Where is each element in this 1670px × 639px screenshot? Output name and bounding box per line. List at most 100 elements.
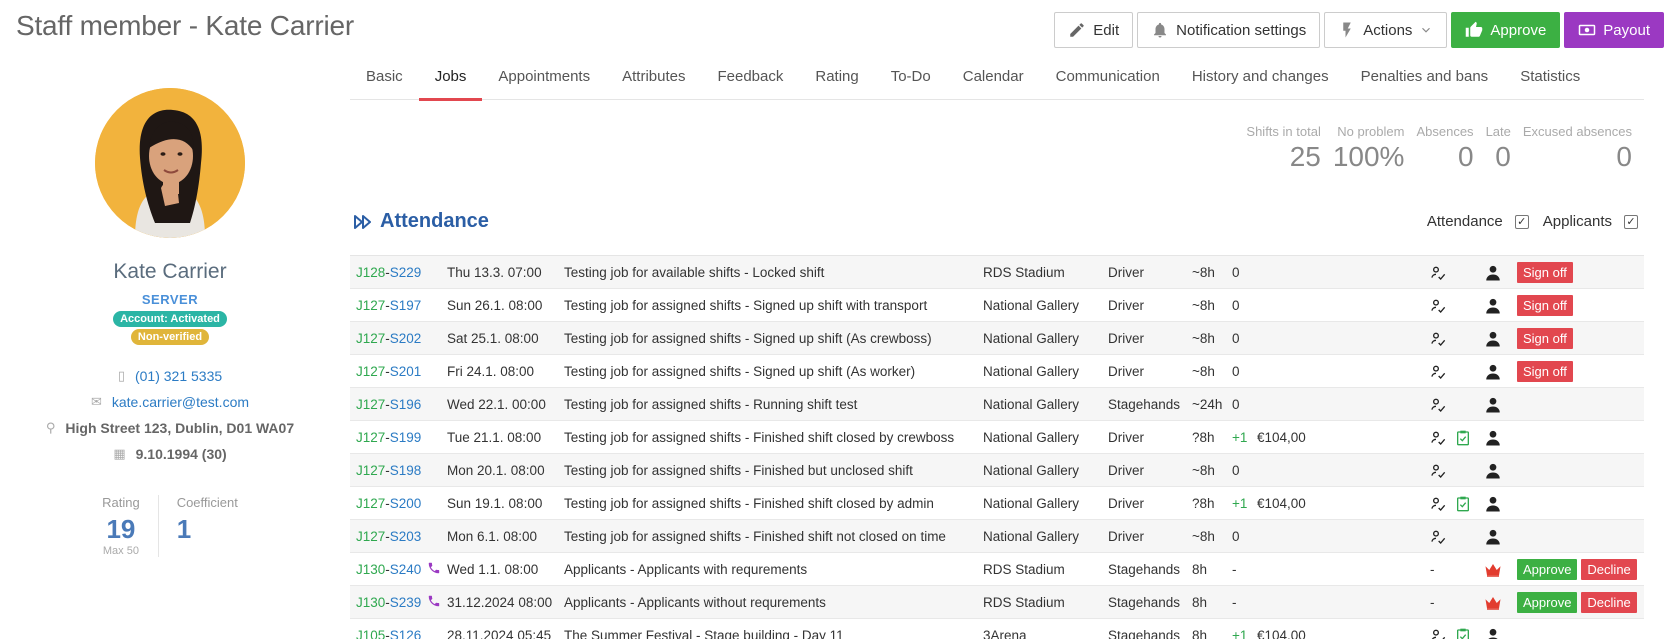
clipboard-check-icon[interactable]: [1456, 421, 1470, 454]
tab-calendar[interactable]: Calendar: [947, 64, 1040, 100]
clipboard-check-icon[interactable]: [1456, 487, 1470, 520]
shift-link[interactable]: S240: [390, 562, 422, 577]
tab-todo[interactable]: To-Do: [875, 64, 947, 100]
job-link[interactable]: J127: [356, 397, 385, 412]
attendance-check-icon[interactable]: [1430, 619, 1446, 639]
job-link[interactable]: J105: [356, 628, 385, 639]
job-link[interactable]: J127: [356, 430, 385, 445]
job-link[interactable]: J127: [356, 529, 385, 544]
rating-change: 0: [1232, 364, 1240, 379]
notification-settings-button[interactable]: Notification settings: [1137, 12, 1321, 48]
person-icon[interactable]: [1484, 355, 1502, 388]
approve-applicant-button[interactable]: Approve: [1517, 592, 1578, 613]
shift-link[interactable]: S200: [390, 496, 422, 511]
tab-penalties[interactable]: Penalties and bans: [1345, 64, 1505, 100]
sign-off-button[interactable]: Sign off: [1517, 262, 1573, 283]
person-icon[interactable]: [1484, 454, 1502, 487]
job-link[interactable]: J130: [356, 562, 385, 577]
applicant-actions: Approve Decline: [1517, 553, 1637, 586]
person-icon[interactable]: [1484, 421, 1502, 454]
approve-applicant-button[interactable]: Approve: [1517, 559, 1578, 580]
tab-rating[interactable]: Rating: [799, 64, 874, 100]
job-shift-id: J127- S199: [356, 421, 421, 454]
filter-applicants-checkbox[interactable]: ✓: [1624, 214, 1638, 229]
person-icon[interactable]: [1484, 322, 1502, 355]
attendance-check-icon[interactable]: [1430, 322, 1446, 355]
profile-stats: Rating 19 Max 50 Coefficient 1: [0, 495, 340, 557]
attendance-check-icon[interactable]: [1430, 421, 1446, 454]
shift-date: Sat 25.1. 08:00: [447, 331, 539, 346]
shift-link[interactable]: S229: [390, 265, 422, 280]
row-actions: Sign off: [1517, 256, 1573, 289]
tab-statistics[interactable]: Statistics: [1504, 64, 1596, 100]
decline-applicant-button[interactable]: Decline: [1581, 592, 1637, 613]
address: High Street 123, Dublin, D01 WA07: [65, 420, 295, 436]
tab-communication[interactable]: Communication: [1040, 64, 1176, 100]
lightning-icon: [1343, 22, 1351, 38]
shift-date: Wed 1.1. 08:00: [447, 562, 539, 577]
bell-icon: [1154, 22, 1167, 38]
tab-attributes[interactable]: Attributes: [606, 64, 701, 100]
tab-feedback[interactable]: Feedback: [701, 64, 799, 100]
sign-off-button[interactable]: Sign off: [1517, 295, 1573, 316]
rating-change: +1: [1232, 430, 1248, 445]
job-link[interactable]: J130: [356, 595, 385, 610]
phone-link[interactable]: (01) 321 5335: [135, 368, 222, 384]
attendance-check-icon[interactable]: [1430, 256, 1446, 289]
person-icon[interactable]: [1484, 619, 1502, 639]
decline-applicant-button[interactable]: Decline: [1581, 559, 1637, 580]
shift-date: Wed 22.1. 00:00: [447, 397, 546, 412]
job-link[interactable]: J127: [356, 331, 385, 346]
payout-button[interactable]: Payout: [1564, 12, 1664, 48]
filter-attendance-checkbox[interactable]: ✓: [1514, 214, 1529, 229]
person-icon[interactable]: [1484, 388, 1502, 421]
sign-off-button[interactable]: Sign off: [1517, 328, 1573, 349]
profile-name: Kate Carrier: [113, 260, 227, 283]
phone-icon: ▯: [117, 368, 125, 383]
job-link[interactable]: J127: [356, 463, 385, 478]
position: Driver: [1108, 430, 1144, 445]
attendance-check-icon[interactable]: [1430, 388, 1446, 421]
attendance-check-icon[interactable]: [1430, 289, 1446, 322]
phone-icon: [427, 594, 441, 611]
actions-label: Actions: [1363, 21, 1413, 39]
tab-jobs[interactable]: Jobs: [418, 64, 483, 101]
job-link[interactable]: J127: [356, 298, 385, 313]
sign-off-button[interactable]: Sign off: [1517, 361, 1573, 382]
attendance-check-icon[interactable]: [1430, 355, 1446, 388]
edit-button[interactable]: Edit: [1054, 12, 1134, 48]
person-icon[interactable]: [1484, 520, 1502, 553]
table-row: J127- S200 Sun 19.1. 08:00 Testing job for …: [350, 487, 1644, 520]
thumbs-up-icon: [1466, 21, 1483, 37]
tab-history[interactable]: History and changes: [1176, 64, 1345, 100]
attendance-check-icon[interactable]: [1430, 520, 1446, 553]
attendance-check-icon[interactable]: [1430, 487, 1446, 520]
shift-link[interactable]: S198: [390, 463, 422, 478]
shift-link[interactable]: S201: [390, 364, 422, 379]
person-icon[interactable]: [1484, 487, 1502, 520]
shift-link[interactable]: S196: [390, 397, 422, 412]
person-icon[interactable]: [1484, 256, 1502, 289]
attendance-check-icon[interactable]: [1430, 454, 1446, 487]
shift-link[interactable]: S239: [390, 595, 422, 610]
clipboard-check-icon[interactable]: [1456, 619, 1470, 639]
position: Driver: [1108, 463, 1144, 478]
tab-basic[interactable]: Basic: [350, 64, 419, 100]
job-link[interactable]: J127: [356, 496, 385, 511]
person-icon[interactable]: [1484, 289, 1502, 322]
tab-appointments[interactable]: Appointments: [482, 64, 606, 100]
shift-link[interactable]: S202: [390, 331, 422, 346]
actions-dropdown[interactable]: Actions: [1324, 12, 1448, 48]
shift-link[interactable]: S199: [390, 430, 422, 445]
shift-link[interactable]: S197: [390, 298, 422, 313]
email-link[interactable]: kate.carrier@test.com: [112, 394, 249, 410]
shift-link[interactable]: S126: [390, 628, 422, 639]
dash: -: [1430, 562, 1435, 577]
job-shift-id: J127- S200: [356, 487, 421, 520]
phone-icon: [427, 561, 441, 578]
job-link[interactable]: J128: [356, 265, 385, 280]
approve-button[interactable]: Approve: [1451, 12, 1561, 48]
shift-link[interactable]: S203: [390, 529, 422, 544]
duration: 8h: [1192, 562, 1208, 577]
job-link[interactable]: J127: [356, 364, 385, 379]
